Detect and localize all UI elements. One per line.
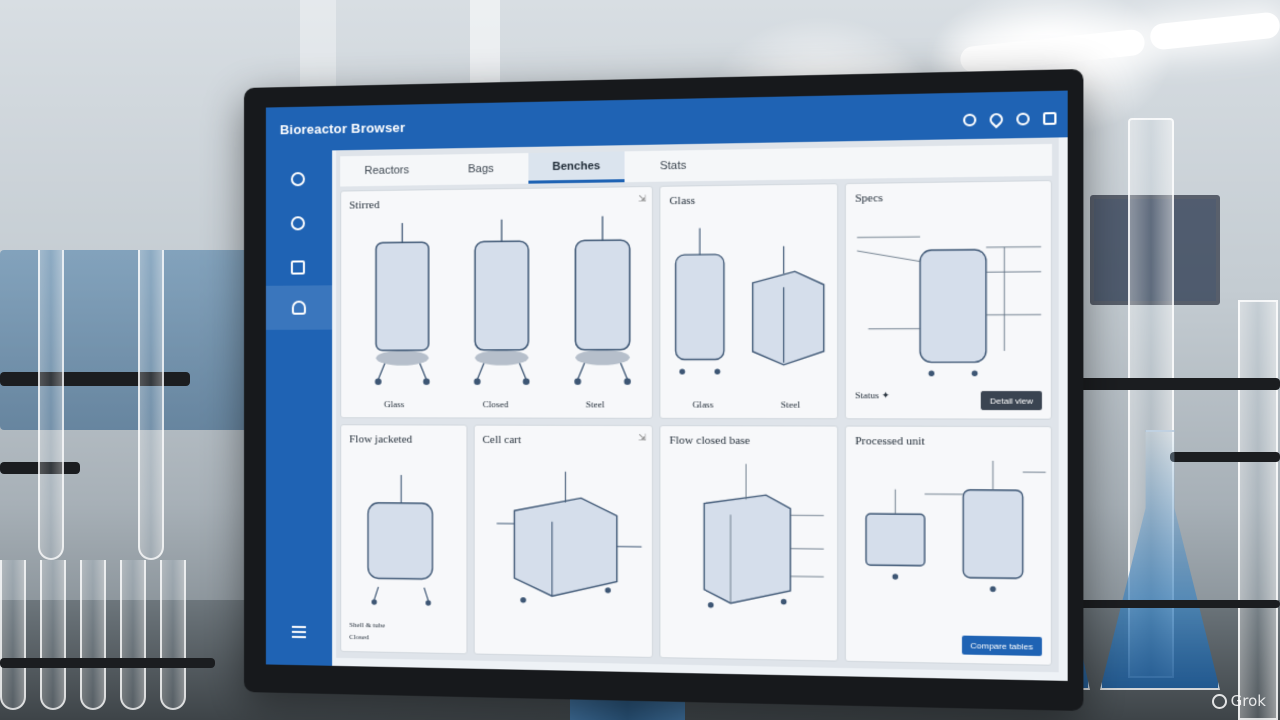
main-content: Reactors Bags Benches Stats Stirred ⇲ Gl…	[336, 137, 1059, 672]
settings-icon[interactable]	[963, 114, 976, 127]
watermark: Grok	[1212, 692, 1266, 710]
card-glass[interactable]: Glass Glass Steel	[660, 183, 839, 419]
specs-diagram-illustration	[846, 181, 1051, 419]
test-tube	[38, 250, 64, 560]
grok-logo-icon	[1212, 694, 1227, 709]
gauge-icon	[291, 216, 305, 230]
screen: Bioreactor Browser Reactors Bags Benches…	[266, 91, 1068, 681]
card-processed-unit[interactable]: Processed unit Compare tables	[845, 426, 1052, 666]
reactor-label: Glass	[384, 399, 404, 409]
test-tube	[0, 560, 26, 710]
notification-icon[interactable]	[1016, 113, 1029, 126]
user-icon	[292, 301, 306, 315]
card-specs[interactable]: Specs Status ✦ Detail view	[845, 180, 1052, 420]
reactor-grid: Stirred ⇲ Glass Closed Steel Glass Glass…	[340, 180, 1052, 666]
card-stirred[interactable]: Stirred ⇲ Glass Closed Steel	[340, 186, 653, 419]
sidebar-item-user[interactable]	[266, 285, 332, 330]
card-cell-cart[interactable]: Cell cart ⇲	[473, 425, 653, 658]
clamp-rod	[1170, 452, 1280, 462]
glass-reactors-illustration	[661, 184, 838, 418]
menu-icon[interactable]	[292, 623, 306, 641]
cell-cart-illustration	[474, 426, 652, 657]
card-flow-closed[interactable]: Flow closed base	[660, 425, 839, 662]
tab-bar: Reactors Bags Benches Stats	[340, 144, 1052, 187]
reactor-label: Steel	[586, 399, 605, 409]
header-actions	[963, 112, 1056, 126]
stirred-reactors-illustration	[341, 187, 652, 418]
test-tube	[40, 560, 66, 710]
closed-base-illustration	[661, 426, 838, 660]
test-tube	[80, 560, 106, 710]
reactor-label: Steel	[781, 399, 800, 409]
compare-tables-button[interactable]: Compare tables	[961, 636, 1042, 656]
test-tube	[160, 560, 186, 710]
card-note: Closed	[349, 633, 369, 641]
tab-stats[interactable]: Stats	[625, 150, 722, 183]
test-tube	[138, 250, 164, 560]
reactor-label: Glass	[692, 399, 713, 409]
sidebar-item-image[interactable]	[284, 253, 312, 281]
monitor: Bioreactor Browser Reactors Bags Benches…	[244, 69, 1083, 711]
sidebar-item-gauge[interactable]	[284, 209, 312, 237]
reactor-label: Closed	[483, 399, 509, 409]
card-note: Shell & tube	[349, 621, 385, 630]
sidebar-item-compass[interactable]	[284, 165, 312, 194]
jacketed-reactor-illustration	[341, 425, 466, 653]
compass-icon	[291, 172, 305, 186]
sidebar	[266, 150, 332, 665]
processed-unit-illustration	[846, 427, 1051, 665]
graduated-cylinder	[1238, 300, 1278, 720]
row2-left-group: Flow jacketed Shell & tube Closed Cell c…	[340, 424, 653, 658]
detail-view-button[interactable]: Detail view	[981, 391, 1042, 410]
image-icon	[291, 260, 305, 274]
card-flow-jacketed[interactable]: Flow jacketed Shell & tube Closed	[340, 424, 467, 654]
tab-bags[interactable]: Bags	[434, 153, 529, 185]
status-note: Status ✦	[855, 390, 890, 402]
tab-reactors[interactable]: Reactors	[340, 155, 433, 187]
tab-benches[interactable]: Benches	[528, 151, 624, 183]
tube-rack	[0, 658, 215, 668]
app-title: Bioreactor Browser	[280, 119, 405, 137]
test-tube	[120, 560, 146, 710]
drop-icon[interactable]	[987, 111, 1006, 129]
window-icon[interactable]	[1043, 112, 1056, 125]
